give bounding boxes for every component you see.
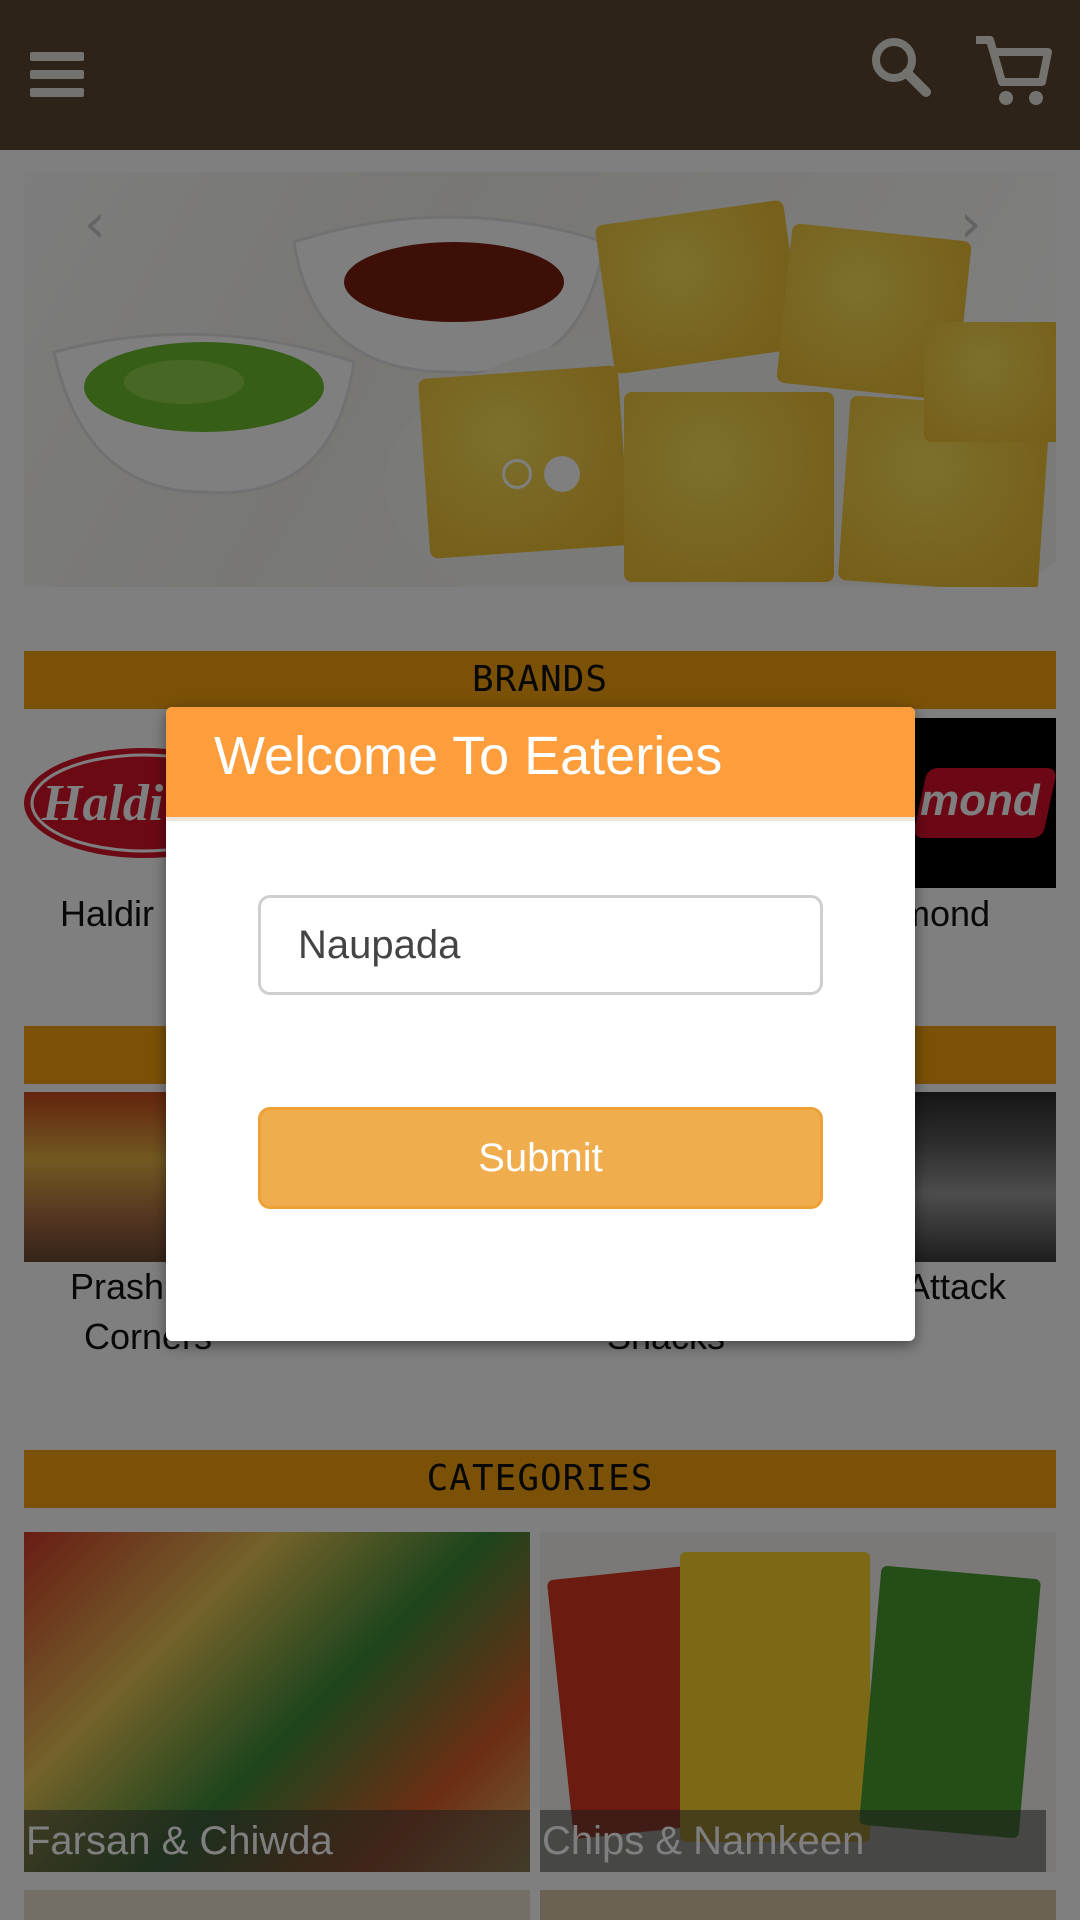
submit-button[interactable]: Submit bbox=[258, 1107, 823, 1209]
modal-title: Welcome To Eateries bbox=[214, 726, 723, 786]
welcome-modal: Welcome To Eateries Submit bbox=[166, 707, 915, 1341]
location-input[interactable] bbox=[258, 895, 823, 995]
